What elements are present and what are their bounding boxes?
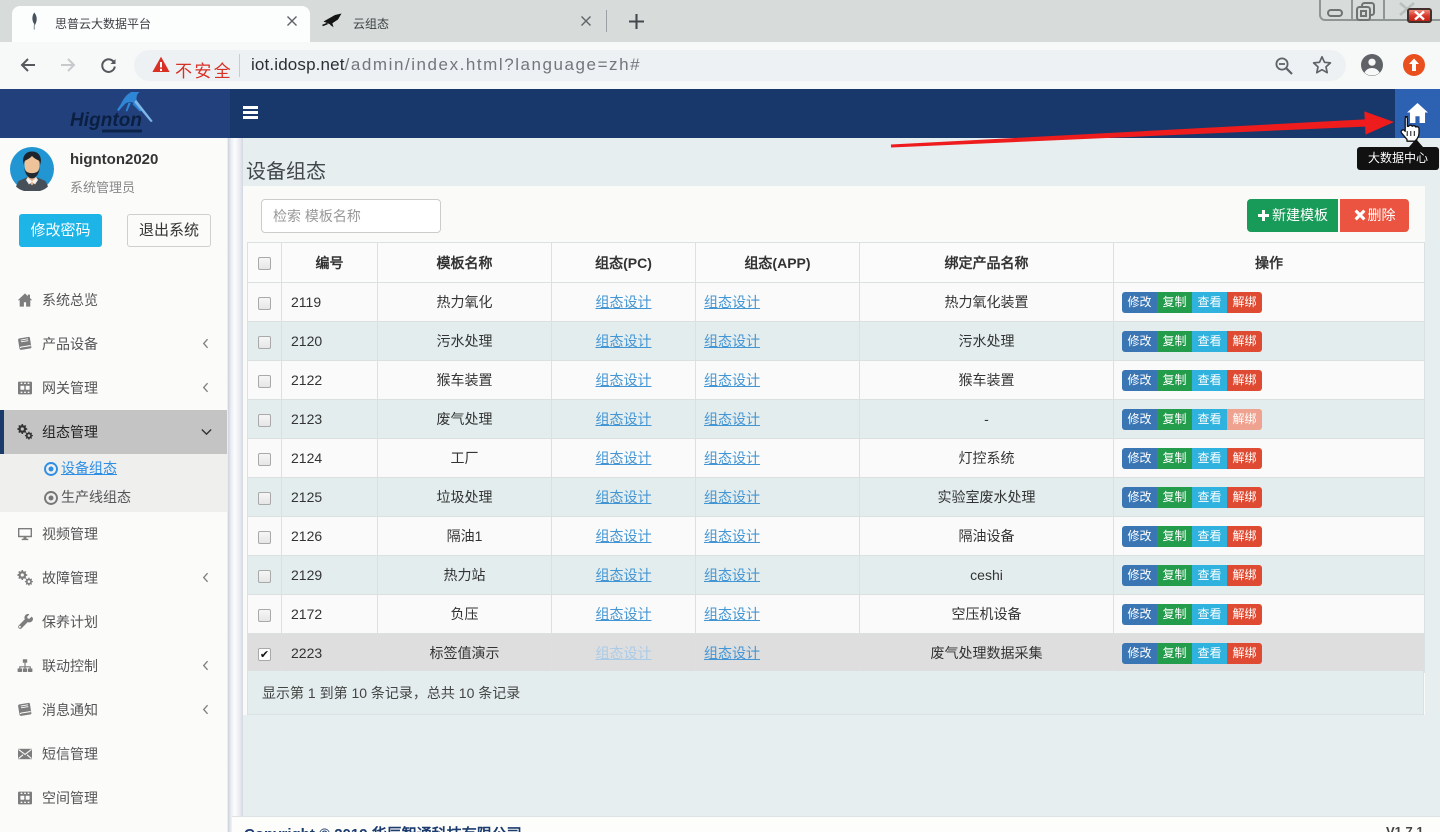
- svg-text:Hignton: Hignton: [70, 110, 142, 131]
